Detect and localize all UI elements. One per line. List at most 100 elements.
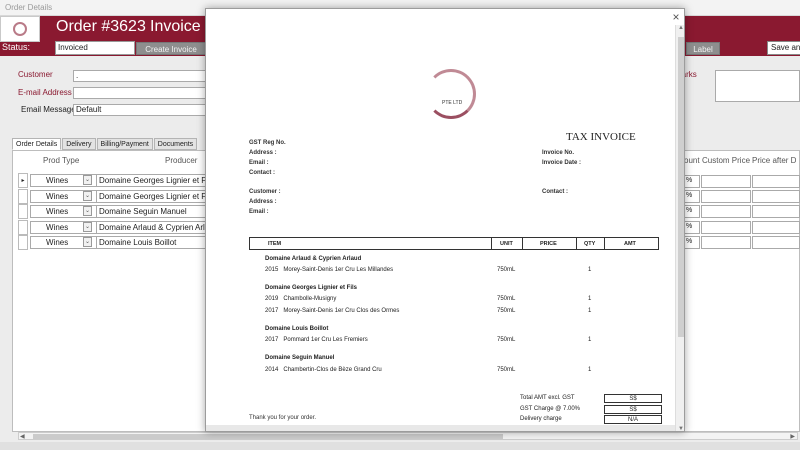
invoice-logo-text: PTE LTD — [442, 100, 463, 106]
address-label: Address : — [249, 150, 277, 156]
delivery-charge-label: Delivery charge — [520, 416, 562, 422]
total-amt-label: Total AMT excl. GST — [520, 395, 575, 401]
col-price-after: Price after D — [752, 156, 797, 165]
custom-price-cell[interactable] — [701, 175, 751, 188]
create-invoice-button[interactable]: Create Invoice — [136, 42, 206, 55]
discount-cell[interactable]: % — [683, 205, 700, 218]
label-button[interactable]: Label — [686, 42, 720, 55]
dialog-bottom-bar — [206, 425, 675, 431]
customer-label: Customer — [18, 70, 53, 79]
vintage: 2017 — [265, 308, 279, 314]
scroll-thumb[interactable] — [33, 434, 503, 439]
col-producer: Producer — [165, 156, 198, 165]
custom-price-cell[interactable] — [701, 236, 751, 249]
custom-price-cell[interactable] — [701, 190, 751, 203]
qty-value: 1 — [588, 308, 592, 314]
subform-tabs: Order Details Delivery Billing/Payment D… — [12, 138, 198, 150]
wine-name: Morey-Saint-Denis 1er Cru Clos des Ormes — [283, 308, 400, 314]
gst-charge-value: S$ — [604, 405, 662, 414]
chevron-down-icon[interactable]: ⌄ — [83, 237, 92, 247]
status-field[interactable]: Invoiced — [55, 41, 135, 55]
tab-billing-payment[interactable]: Billing/Payment — [96, 138, 153, 150]
invoice-preview-dialog: × PTE LTD TAX INVOICE GST Reg No. Addres… — [205, 8, 685, 432]
table-row[interactable]: Wines ⌄ Domaine Louis Boillot — [18, 235, 226, 250]
invoice-logo — [426, 69, 476, 119]
chevron-down-icon[interactable]: ⌄ — [83, 191, 92, 201]
table-row[interactable]: ▸ Wines ⌄ Domaine Georges Lignier et Fil… — [18, 173, 226, 188]
horizontal-scrollbar[interactable]: ◀ ▶ — [18, 432, 798, 440]
invoice-no-label: Invoice No. — [542, 150, 575, 156]
invoice-line-item: 2014 Chambertin-Clos de Bèze Grand Cru — [265, 367, 382, 373]
chevron-down-icon[interactable]: ⌄ — [83, 222, 92, 232]
customer-contact-label: Contact : — [542, 189, 568, 195]
email-label: Email : — [249, 160, 269, 166]
scroll-right-icon[interactable]: ▶ — [790, 433, 795, 440]
invoice-line-item: 2015 Morey-Saint-Denis 1er Cru Les Milla… — [265, 267, 393, 273]
invoice-producer: Domaine Arlaud & Cyprien Arlaud — [265, 256, 362, 262]
discount-cell[interactable]: % — [683, 236, 700, 249]
customer-field[interactable]: . — [73, 70, 206, 82]
status-bar — [0, 442, 800, 450]
close-icon[interactable]: × — [670, 11, 682, 23]
total-amt-value: S$ — [604, 394, 662, 403]
seller-details: GST Reg No. Address : Email : Contact : — [249, 138, 286, 178]
discount-cell[interactable]: % — [683, 190, 700, 203]
wine-name: Morey-Saint-Denis 1er Cru Les Millandes — [283, 267, 394, 273]
invoice-producer: Domaine Louis Boillot — [265, 326, 329, 332]
vertical-scrollbar[interactable]: ▲ ▼ — [675, 25, 684, 431]
tab-delivery[interactable]: Delivery — [62, 138, 96, 150]
remarks-field[interactable] — [715, 70, 800, 102]
gst-reg-label: GST Reg No. — [249, 140, 286, 146]
qty-value: 1 — [588, 367, 592, 373]
record-selector-icon[interactable] — [18, 204, 28, 219]
table-row[interactable]: Wines ⌄ Domaine Georges Lignier et Fils — [18, 189, 226, 204]
col-item: ITEM — [268, 241, 282, 247]
record-selector-icon[interactable] — [18, 235, 28, 250]
table-row[interactable]: Wines ⌄ Domaine Seguin Manuel — [18, 204, 226, 219]
invoice-line-item: 2017 Pommard 1er Cru Les Fremiers — [265, 337, 368, 343]
scroll-down-icon[interactable]: ▼ — [676, 426, 684, 431]
email-address-field[interactable] — [73, 87, 206, 99]
vintage: 2017 — [265, 337, 279, 343]
contact-label: Contact : — [249, 170, 275, 176]
unit-value: 750mL — [497, 308, 516, 314]
chevron-down-icon[interactable]: ⌄ — [83, 175, 92, 185]
price-after-cell[interactable] — [752, 190, 800, 203]
invoice-line-item: 2019 Chambolle-Musigny — [265, 296, 336, 302]
save-button[interactable]: Save an — [767, 41, 800, 55]
discount-cell[interactable]: % — [683, 221, 700, 234]
email-message-label: Email Message — [21, 105, 76, 114]
vintage: 2019 — [265, 296, 279, 302]
record-selector-icon[interactable] — [18, 220, 28, 235]
order-title: Order #3623 — [56, 18, 146, 35]
custom-price-cell[interactable] — [701, 221, 751, 234]
invoice-producer: Domaine Georges Lignier et Fils — [265, 285, 358, 291]
unit-value: 750mL — [497, 337, 516, 343]
price-after-cell[interactable] — [752, 205, 800, 218]
scroll-left-icon[interactable]: ◀ — [20, 433, 25, 440]
scroll-up-icon[interactable]: ▲ — [676, 25, 684, 31]
price-after-cell[interactable] — [752, 236, 800, 249]
tab-order-details[interactable]: Order Details — [12, 138, 62, 150]
wine-name: Chambertin-Clos de Bèze Grand Cru — [283, 367, 382, 373]
tax-invoice-title: TAX INVOICE — [566, 131, 636, 143]
table-row[interactable]: Wines ⌄ Domaine Arlaud & Cyprien Arlaud — [18, 220, 226, 235]
email-message-field[interactable]: Default — [73, 104, 206, 116]
record-selector-icon[interactable]: ▸ — [18, 173, 28, 188]
invoice-producer: Domaine Seguin Manuel — [265, 355, 335, 361]
price-after-cell[interactable] — [752, 221, 800, 234]
invoice-details: Invoice No. Invoice Date : — [542, 148, 581, 168]
scroll-thumb[interactable] — [678, 37, 684, 337]
col-discount: ount — [684, 156, 700, 165]
chevron-down-icon[interactable]: ⌄ — [83, 206, 92, 216]
tab-documents[interactable]: Documents — [153, 138, 198, 150]
status-label: Status: — [2, 42, 31, 52]
col-custom-price: Custom Price — [702, 156, 751, 165]
discount-cell[interactable]: % — [683, 175, 700, 188]
invoice-date-label: Invoice Date : — [542, 160, 582, 166]
email-address-label: E-mail Address — [18, 88, 72, 97]
customer-address-label: Address : — [249, 199, 277, 205]
record-selector-icon[interactable] — [18, 189, 28, 204]
price-after-cell[interactable] — [752, 175, 800, 188]
custom-price-cell[interactable] — [701, 205, 751, 218]
